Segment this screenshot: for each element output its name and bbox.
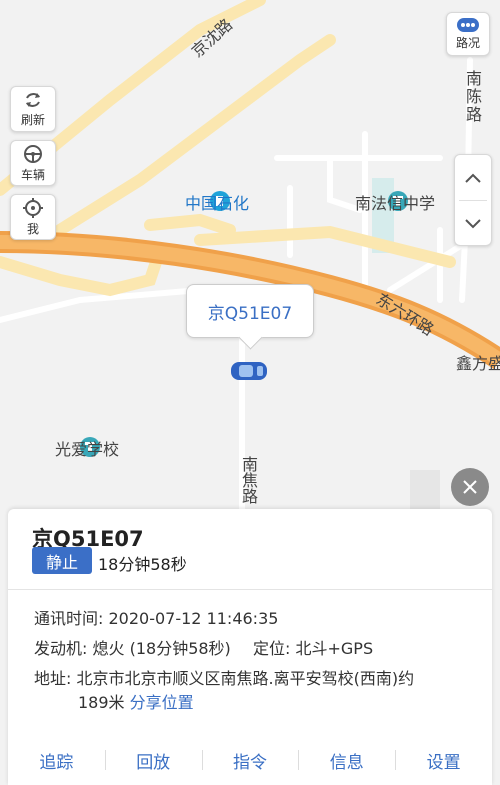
refresh-label: 刷新 bbox=[20, 112, 45, 127]
vehicle-callout-plate: 京Q51E07 bbox=[207, 303, 293, 324]
address-line1: 北京市北京市顺义区南焦路.离平安驾校(西南)约 bbox=[76, 669, 415, 688]
engine-value: 熄火 (18分钟58秒) bbox=[92, 639, 231, 658]
engine-label: 发动机: bbox=[34, 639, 88, 658]
traffic-button[interactable]: 路况 bbox=[446, 12, 490, 56]
steering-wheel-icon bbox=[24, 144, 42, 163]
road-label-nanchen: 南陈路 bbox=[463, 70, 482, 124]
zoom-out-button[interactable] bbox=[455, 201, 491, 246]
poi-sinopec[interactable]: 中国石化 bbox=[185, 190, 290, 214]
command-button[interactable]: 指令 bbox=[201, 748, 299, 773]
refresh-button[interactable]: 刷新 bbox=[10, 86, 56, 132]
me-label: 我 bbox=[26, 221, 39, 236]
traffic-icon bbox=[457, 17, 479, 32]
share-location-link[interactable]: 分享位置 bbox=[130, 693, 194, 712]
comm-time-label: 通讯时间: bbox=[34, 609, 104, 628]
action-bar: 追踪 回放 指令 信息 设置 bbox=[8, 737, 492, 783]
status-badge: 静止 bbox=[32, 547, 92, 574]
vehicle-button[interactable]: 车辆 bbox=[10, 140, 56, 186]
poi-guangai-label: 光爱学校 bbox=[55, 440, 120, 459]
car-icon[interactable] bbox=[229, 358, 271, 384]
close-panel-button[interactable] bbox=[451, 468, 489, 506]
engine-row: 发动机: 熄火 (18分钟58秒) 定位: 北斗+GPS bbox=[34, 635, 373, 659]
close-icon bbox=[463, 480, 477, 494]
location-value: 北斗+GPS bbox=[295, 639, 374, 658]
road-label-nanjiao: 南焦路 bbox=[239, 456, 258, 504]
settings-button[interactable]: 设置 bbox=[395, 748, 492, 773]
poi-guangai-school[interactable]: 光爱学校 bbox=[55, 436, 145, 460]
comm-time-row: 通讯时间: 2020-07-12 11:46:35 bbox=[34, 605, 278, 629]
poi-nanfaxin-school[interactable]: 南法信中学 bbox=[355, 190, 455, 214]
poi-sinopec-label: 中国石化 bbox=[185, 194, 250, 213]
address-line2: 189米 bbox=[78, 693, 125, 712]
address-row: 地址: 北京市北京市顺义区南焦路.离平安驾校(西南)约 bbox=[34, 665, 414, 689]
vehicle-info-panel: 京Q51E07 静止 18分钟58秒 通讯时间: 2020-07-12 11:4… bbox=[8, 509, 492, 785]
panel-divider bbox=[8, 589, 492, 590]
locate-me-button[interactable]: 我 bbox=[10, 194, 56, 240]
chevron-up-icon bbox=[465, 173, 481, 183]
track-button[interactable]: 追踪 bbox=[8, 748, 105, 773]
refresh-icon bbox=[26, 92, 40, 107]
zoom-in-button[interactable] bbox=[455, 155, 491, 200]
chevron-down-icon bbox=[465, 218, 481, 228]
info-button[interactable]: 信息 bbox=[298, 748, 395, 773]
poi-nanfaxin-label: 南法信中学 bbox=[355, 194, 436, 213]
address-row-2: 189米 分享位置 bbox=[78, 689, 194, 713]
traffic-label: 路况 bbox=[455, 35, 480, 50]
playback-button[interactable]: 回放 bbox=[104, 748, 202, 773]
zoom-control bbox=[454, 154, 492, 246]
vehicle-callout[interactable]: 京Q51E07 bbox=[186, 284, 314, 338]
comm-time-value: 2020-07-12 11:46:35 bbox=[108, 609, 279, 628]
location-label: 定位: bbox=[252, 639, 291, 658]
poi-xinfangsheng-label: 鑫方盛 bbox=[456, 354, 500, 373]
locate-icon bbox=[23, 197, 43, 218]
status-duration: 18分钟58秒 bbox=[98, 555, 187, 574]
vehicle-label: 车辆 bbox=[20, 167, 45, 182]
address-label: 地址: bbox=[34, 669, 72, 688]
